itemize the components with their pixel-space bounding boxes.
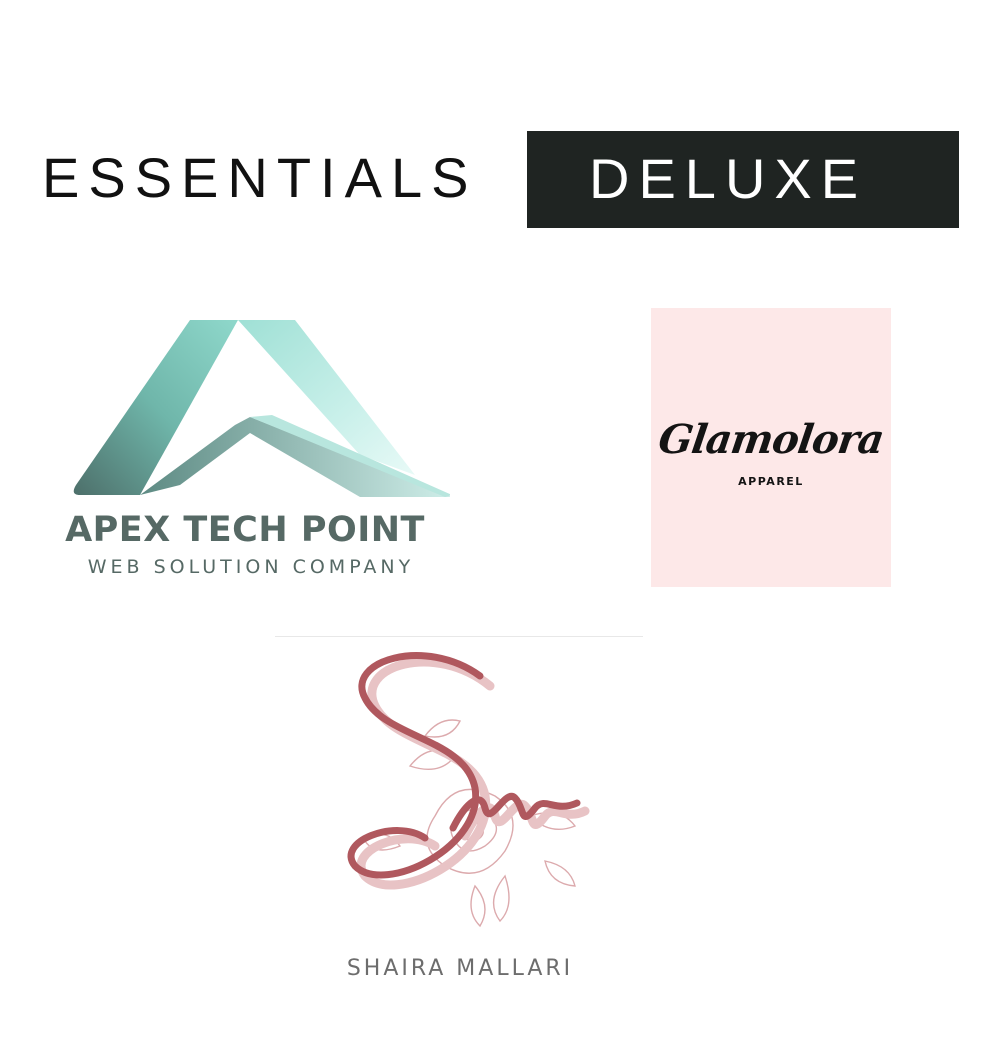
- deluxe-title: DELUXE: [589, 147, 868, 210]
- shaira-name: SHAIRA MALLARI: [346, 956, 574, 981]
- apex-company-name: APEX TECH POINT: [65, 510, 425, 550]
- deluxe-banner: DELUXE: [527, 131, 959, 228]
- apex-triangle-icon: [73, 320, 450, 497]
- shaira-mallari-logo: SHAIRA MALLARI: [275, 636, 645, 996]
- apex-tagline: WEB SOLUTION COMPANY: [87, 556, 415, 578]
- glamolora-wordmark: Glamolora: [655, 416, 887, 463]
- glamolora-subtitle: APPAREL: [738, 475, 804, 488]
- logo-divider: [275, 636, 643, 637]
- apex-tech-point-logo: APEX TECH POINT WEB SOLUTION COMPANY: [50, 300, 460, 590]
- glamolora-logo: Glamolora APPAREL: [651, 308, 891, 587]
- essentials-title: ESSENTIALS: [42, 146, 478, 209]
- sm-monogram-floral-icon: [347, 652, 590, 928]
